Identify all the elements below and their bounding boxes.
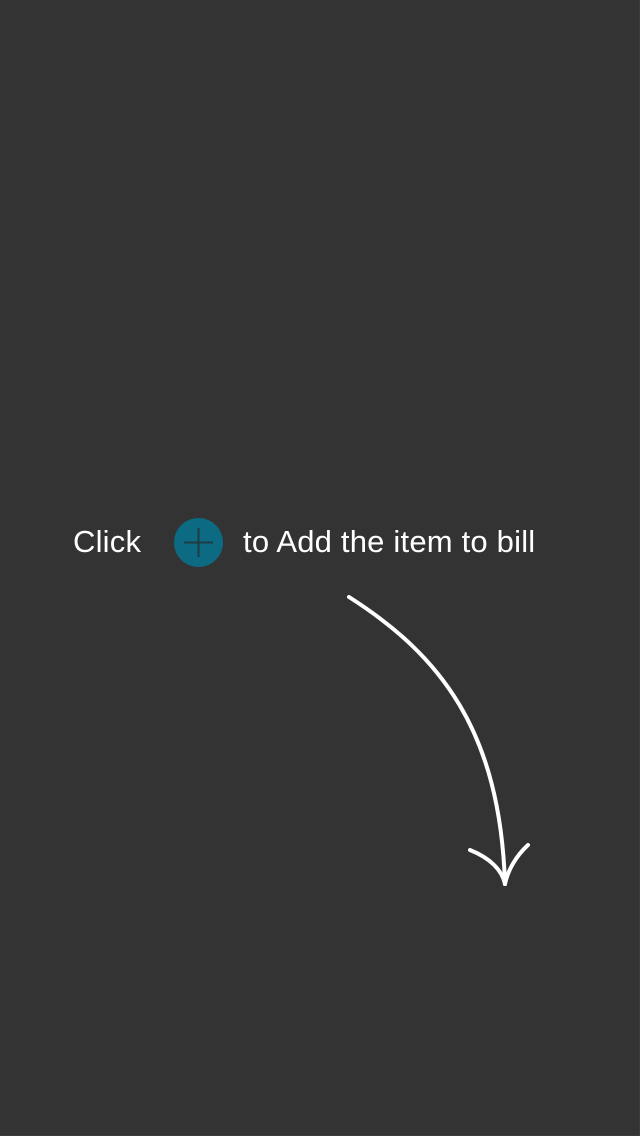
hint-suffix-text: to Add the item to bill bbox=[243, 524, 536, 559]
hint-prefix-text: Click bbox=[73, 524, 142, 559]
add-circle-icon bbox=[174, 518, 223, 567]
coach-mark-overlay[interactable]: Click to Add the item to bill bbox=[0, 0, 640, 1136]
add-item-hint: Click to Add the item to bill bbox=[0, 514, 640, 570]
